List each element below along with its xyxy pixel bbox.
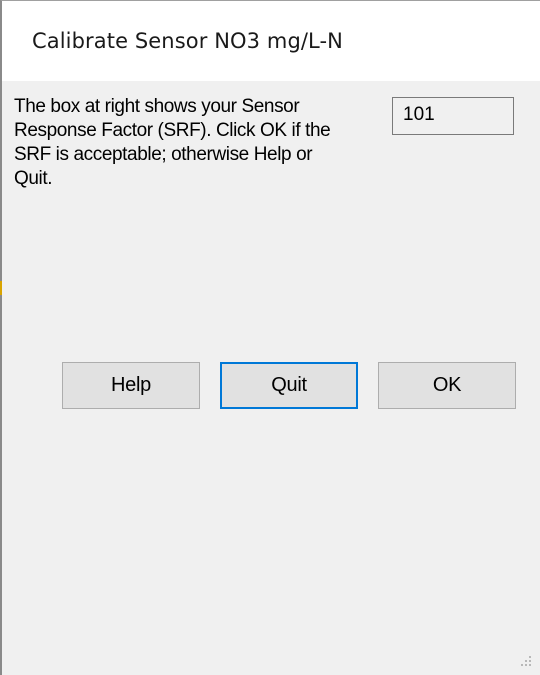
left-edge-marker: [0, 281, 2, 295]
ok-button[interactable]: OK: [378, 362, 516, 409]
window-title: Calibrate Sensor NO3 mg/L-N: [32, 29, 343, 53]
quit-button[interactable]: Quit: [220, 362, 358, 409]
instruction-text: The box at right shows your Sensor Respo…: [14, 96, 331, 189]
title-bar[interactable]: Calibrate Sensor NO3 mg/L-N: [2, 1, 540, 81]
srf-value-field[interactable]: 101: [392, 97, 514, 135]
help-button[interactable]: Help: [62, 362, 200, 409]
calibrate-sensor-dialog: Calibrate Sensor NO3 mg/L-N The box at r…: [0, 0, 540, 675]
resize-grip-icon[interactable]: [520, 655, 532, 667]
